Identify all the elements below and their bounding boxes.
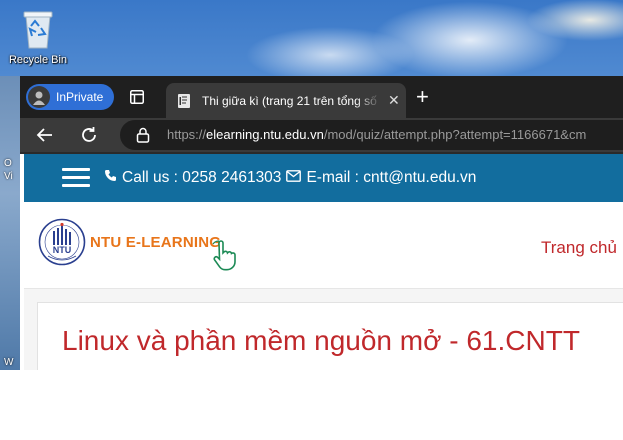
site-header: NTU NTU E-LEARNING Trang chủ [24, 202, 623, 289]
browser-window: InPrivate Thi giữa kì (trang 21 trên tổn… [20, 76, 623, 370]
recycle-bin-icon [23, 11, 53, 49]
tab-strip: InPrivate Thi giữa kì (trang 21 trên tổn… [20, 76, 623, 118]
refresh-icon[interactable] [80, 126, 98, 144]
phone-text: Call us : 0258 2461303 [122, 169, 282, 186]
inprivate-label: InPrivate [56, 90, 104, 104]
back-arrow-icon[interactable] [36, 126, 54, 144]
menu-icon[interactable] [62, 168, 90, 188]
emblem-text: NTU [53, 245, 72, 255]
address-bar[interactable]: https://elearning.ntu.edu.vn/mod/quiz/at… [120, 120, 623, 150]
pointing-hand-icon [212, 240, 236, 271]
nav-home-link[interactable]: Trang chủ [541, 238, 617, 258]
email-icon [286, 169, 302, 187]
avatar-icon [28, 86, 50, 108]
course-title: Linux và phần mềm nguồn mở - 61.CNTT [62, 325, 580, 356]
url-host: elearning.ntu.edu.vn [206, 127, 324, 142]
url-path: /mod/quiz/attempt.php?attempt=1166671&cm [323, 127, 587, 142]
course-header-card: Linux và phần mềm nguồn mở - 61.CNTT [37, 302, 623, 370]
new-tab-button[interactable]: + [416, 86, 429, 108]
browser-toolbar: https://elearning.ntu.edu.vn/mod/quiz/at… [20, 118, 623, 152]
desktop-icon-label: W [4, 357, 14, 368]
brand-text[interactable]: NTU E-LEARNING [90, 234, 221, 251]
lock-icon[interactable] [136, 127, 150, 143]
recycle-bin-shortcut[interactable]: Recycle Bin [4, 6, 72, 66]
tab-actions-icon[interactable] [130, 90, 144, 104]
url-text[interactable]: https://elearning.ntu.edu.vn/mod/quiz/at… [167, 127, 586, 142]
ntu-emblem-logo[interactable]: NTU [38, 218, 86, 266]
blank-area [0, 370, 623, 440]
url-scheme: https:// [167, 127, 207, 142]
desktop-icon-label: O [4, 158, 12, 169]
phone-icon [104, 169, 117, 187]
web-page: Call us : 0258 2461303 E-mail : cntt@ntu… [20, 152, 623, 370]
contact-bar: Call us : 0258 2461303 E-mail : cntt@ntu… [24, 154, 623, 202]
desktop-partial-icons [0, 76, 22, 370]
tab-title: Thi giữa kì (trang 21 trên tổng số [202, 93, 377, 108]
tab-quiz[interactable]: Thi giữa kì (trang 21 trên tổng số ✕ [166, 83, 406, 118]
email-text: E-mail : cntt@ntu.edu.vn [306, 169, 477, 186]
inprivate-profile-button[interactable]: InPrivate [26, 84, 114, 110]
desktop-icon-label: Vi [4, 171, 13, 182]
document-icon [178, 93, 190, 108]
close-tab-icon[interactable]: ✕ [388, 92, 400, 109]
recycle-bin-label: Recycle Bin [8, 54, 68, 66]
